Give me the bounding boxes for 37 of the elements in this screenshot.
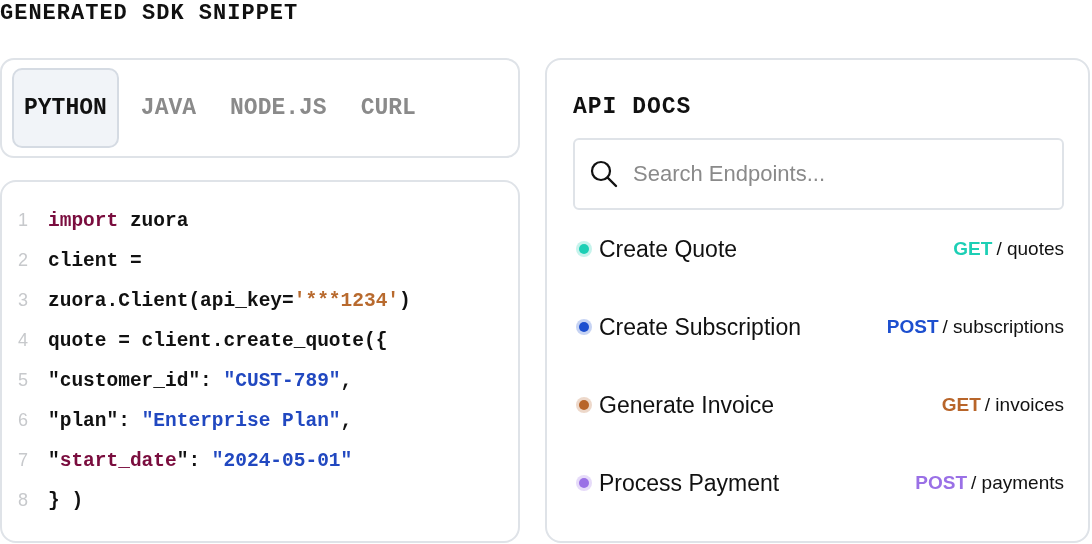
line-number: 4 xyxy=(18,329,29,352)
endpoint-item[interactable]: Create Subscription POST / subscriptions xyxy=(573,288,1064,366)
endpoint-path: / quotes xyxy=(996,238,1064,259)
code-line: zuora.Client(api_key='***1234') xyxy=(48,289,411,314)
http-method: GET xyxy=(953,238,993,259)
code-line: quote = client.create_quote({ xyxy=(48,329,388,354)
section-heading: GENERATED SDK SNIPPET xyxy=(0,0,300,28)
endpoint-item[interactable]: Generate Invoice GET / invoices xyxy=(573,366,1064,444)
code-line: "plan": "Enterprise Plan", xyxy=(48,409,353,434)
endpoint-path: / subscriptions xyxy=(942,316,1064,337)
line-number: 1 xyxy=(18,209,29,232)
search-icon xyxy=(589,159,619,189)
http-method: POST xyxy=(886,316,939,337)
endpoint-name: Generate Invoice xyxy=(599,391,776,419)
code-line: "customer_id": "CUST-789", xyxy=(48,369,353,394)
search-field[interactable]: Search Endpoints... xyxy=(573,138,1064,210)
endpoint-item[interactable]: Process Payment POST / payments xyxy=(573,444,1064,522)
line-number: 6 xyxy=(18,409,29,432)
code-line: import zuora xyxy=(48,209,189,234)
panel-title: API DOCS xyxy=(573,94,693,120)
endpoint-name: Process Payment xyxy=(599,469,781,497)
line-number: 2 xyxy=(18,249,29,272)
code-line: } ) xyxy=(48,489,84,514)
line-number: 7 xyxy=(18,449,29,472)
code-line: "start_date": "2024-05-01" xyxy=(48,449,353,474)
endpoint-path: / invoices xyxy=(984,394,1064,415)
http-method: POST xyxy=(915,472,968,493)
endpoint-path: / payments xyxy=(971,472,1064,493)
endpoint-item[interactable]: Create Quote GET / quotes xyxy=(573,210,1064,288)
endpoint-name: Create Quote xyxy=(599,235,739,263)
line-number: 8 xyxy=(18,489,29,512)
endpoint-name: Create Subscription xyxy=(599,313,802,341)
line-number: 5 xyxy=(18,369,29,392)
tab[interactable]: PYTHON xyxy=(12,68,119,148)
code-line: client = xyxy=(48,249,142,274)
http-method: GET xyxy=(941,394,981,415)
line-number: 3 xyxy=(18,289,29,312)
